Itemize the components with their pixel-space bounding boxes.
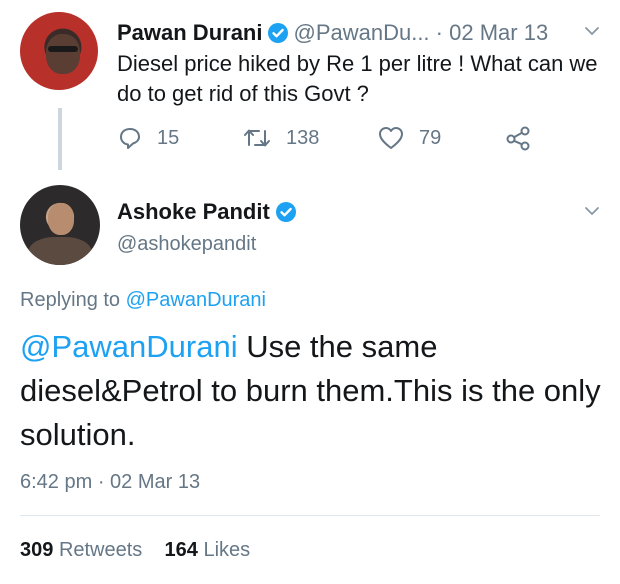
reply-count: 15 [157, 126, 180, 149]
verified-badge-icon [268, 23, 289, 43]
retweet-count: 138 [286, 126, 320, 149]
likes-stat[interactable]: 164 Likes [165, 539, 251, 561]
avatar-face [46, 34, 80, 74]
main-tweet: Ashoke Pandit @ashokepandit Replying to … [0, 170, 620, 584]
author-handle[interactable]: @PawanDu... [293, 20, 429, 45]
author-handle[interactable]: @ashokepandit [117, 229, 256, 259]
chevron-down-icon[interactable] [583, 202, 601, 225]
replying-to-label: Replying to [20, 289, 121, 311]
divider [20, 515, 600, 516]
author-name[interactable]: Pawan Durani [117, 20, 262, 45]
share-button[interactable] [505, 123, 547, 153]
replying-to: Replying to @PawanDurani [20, 285, 266, 315]
retweets-stat[interactable]: 309 Retweets [20, 539, 142, 561]
avatar[interactable] [20, 12, 98, 90]
likes-label: Likes [203, 539, 251, 561]
mention-link[interactable]: @PawanDurani [20, 329, 238, 364]
tweet-timestamp[interactable]: 6:42 pm · 02 Mar 13 [20, 467, 200, 497]
retweet-button[interactable]: 138 [242, 123, 319, 153]
avatar-shirt [28, 237, 92, 265]
author-name-text: Ashoke Pandit [117, 199, 270, 224]
chevron-down-icon[interactable] [583, 22, 601, 45]
like-count: 79 [419, 126, 442, 149]
reply-button[interactable]: 15 [117, 123, 179, 153]
avatar-glasses [48, 46, 78, 52]
reply-icon [120, 128, 140, 149]
avatar-face [48, 203, 74, 235]
like-button[interactable]: 79 [377, 123, 441, 153]
tweet-stats: 309 Retweets 164 Likes [20, 535, 250, 565]
likes-count: 164 [164, 539, 198, 561]
retweet-icon [244, 129, 270, 147]
replying-to-link[interactable]: @PawanDurani [126, 289, 266, 311]
tweet-text: @PawanDurani Use the same diesel&Petrol … [20, 325, 605, 457]
retweets-count: 309 [20, 539, 54, 561]
parent-tweet[interactable]: Pawan Durani @PawanDu... · 02 Mar 13 Dies… [0, 0, 620, 170]
share-icon [506, 126, 530, 151]
tweet-date[interactable]: 02 Mar 13 [449, 20, 548, 45]
tweet-text: Diesel price hiked by Re 1 per litre ! W… [117, 51, 598, 106]
tweet-date-separator: · [435, 20, 443, 45]
avatar[interactable] [20, 185, 100, 265]
retweets-label: Retweets [58, 539, 143, 561]
thread-connector-line [58, 108, 62, 170]
tweet-actions: 15 138 79 [117, 123, 587, 153]
heart-icon [379, 127, 403, 149]
verified-badge-icon [275, 202, 296, 222]
parent-tweet-header: Pawan Durani @PawanDu... · 02 Mar 13 [117, 17, 600, 49]
author-name[interactable]: Ashoke Pandit [117, 197, 301, 227]
